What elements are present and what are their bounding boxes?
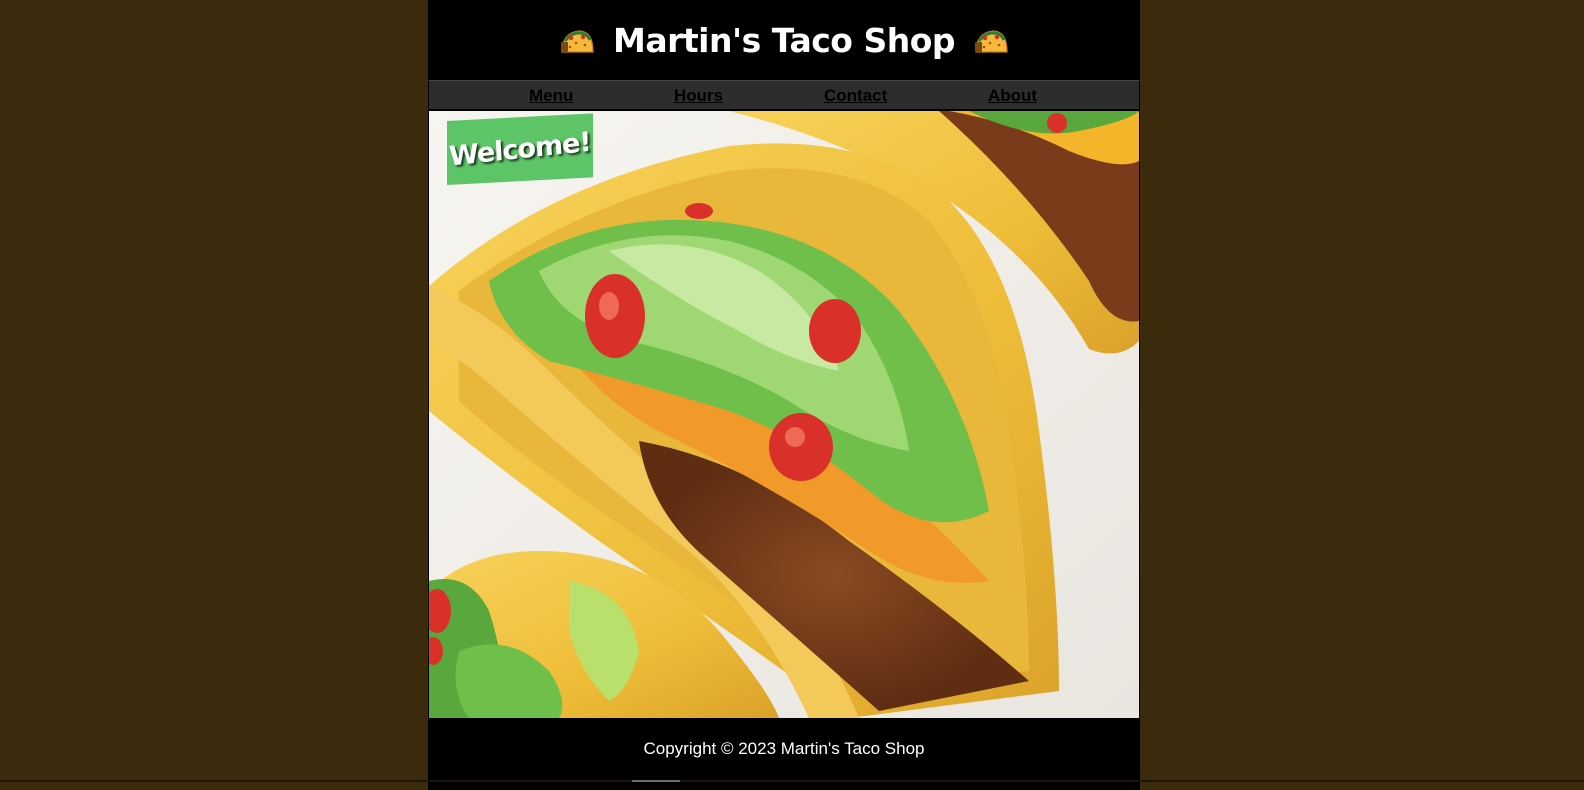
taco-icon (973, 25, 1009, 55)
hero-image: Welcome! (429, 111, 1139, 718)
page-container: Martin's Taco Shop Menu Hours Contact Ab… (428, 0, 1140, 790)
nav-link-menu[interactable]: Menu (529, 86, 573, 106)
main-nav: Menu Hours Contact About (428, 80, 1140, 110)
nav-link-contact[interactable]: Contact (824, 86, 887, 106)
page-title: Martin's Taco Shop (613, 20, 956, 60)
nav-link-hours[interactable]: Hours (674, 86, 723, 106)
site-footer: Copyright © 2023 Martin's Taco Shop (428, 718, 1140, 780)
bottom-border (0, 780, 1584, 782)
taco-icon (559, 25, 595, 55)
welcome-badge: Welcome! (447, 113, 593, 185)
nav-link-about[interactable]: About (988, 86, 1037, 106)
scroll-indicator[interactable] (632, 780, 680, 782)
welcome-badge-text: Welcome! (448, 126, 592, 173)
site-header: Martin's Taco Shop (428, 0, 1140, 80)
copyright-text: Copyright © 2023 Martin's Taco Shop (643, 739, 925, 758)
taco-photo (429, 111, 1139, 718)
